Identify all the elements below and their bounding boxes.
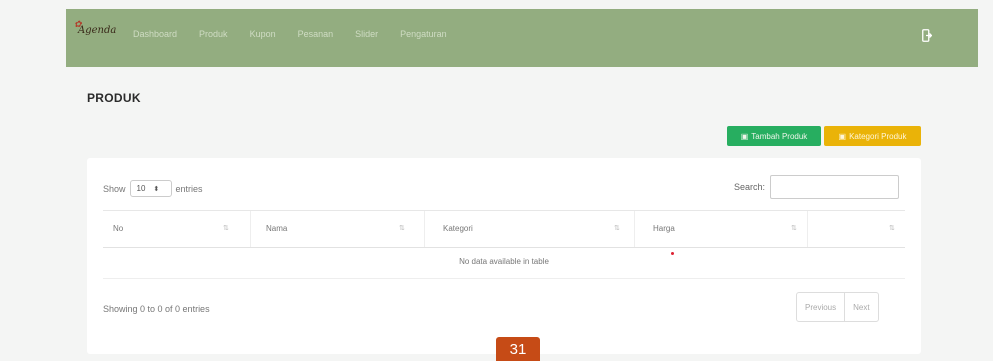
- entries-value: 10: [136, 184, 146, 193]
- logo-mark-icon: ✿: [74, 20, 82, 30]
- category-icon: ▣: [838, 131, 847, 141]
- entries-select[interactable]: 10 ⬍: [129, 180, 172, 197]
- product-category-label: Kategori Produk: [849, 131, 907, 141]
- next-page-button[interactable]: Next: [844, 293, 877, 321]
- column-header-kategori[interactable]: Kategori: [443, 224, 473, 233]
- add-product-button[interactable]: ▣ Tambah Produk: [727, 126, 821, 146]
- product-category-button[interactable]: ▣ Kategori Produk: [824, 126, 921, 146]
- table-row: No data available in table: [103, 246, 905, 279]
- previous-page-button[interactable]: Previous: [797, 293, 844, 321]
- column-header-no[interactable]: No: [113, 224, 123, 233]
- brand-logo[interactable]: ✿ Agenda: [74, 20, 117, 36]
- column-header-harga[interactable]: Harga: [653, 224, 675, 233]
- search-label: Search:: [734, 182, 766, 192]
- table-header: No ⇅ Nama ⇅ Kategori ⇅ Harga ⇅ ⇅: [103, 210, 905, 248]
- length-control: Show 10 ⬍ entries: [103, 180, 203, 197]
- top-navbar: ✿ Agenda Dashboard Produk Kupon Pesanan …: [66, 9, 978, 67]
- page-number-badge: 31: [496, 337, 540, 361]
- sort-icon: ⇅: [614, 225, 620, 232]
- select-arrows-icon: ⬍: [153, 185, 160, 193]
- nav-menu: Dashboard Produk Kupon Pesanan Slider Pe…: [133, 29, 469, 39]
- nav-item-kupon[interactable]: Kupon: [250, 29, 276, 39]
- nav-item-pesanan[interactable]: Pesanan: [298, 29, 334, 39]
- empty-table-message: No data available in table: [459, 257, 549, 266]
- table-info: Showing 0 to 0 of 0 entries: [103, 304, 210, 314]
- page-title: PRODUK: [87, 91, 141, 105]
- sort-icon: ⇅: [889, 225, 895, 232]
- logout-icon[interactable]: [922, 29, 932, 42]
- search-control: Search:: [734, 175, 900, 199]
- products-table-card: Show 10 ⬍ entries Search: No ⇅ Nama ⇅ Ka…: [87, 158, 921, 354]
- sort-icon: ⇅: [791, 225, 797, 232]
- nav-item-produk[interactable]: Produk: [199, 29, 228, 39]
- nav-item-slider[interactable]: Slider: [355, 29, 378, 39]
- brand-text: Agenda: [78, 25, 117, 36]
- add-icon: ▣: [740, 131, 749, 141]
- pagination: Previous Next: [796, 292, 879, 322]
- sort-icon: ⇅: [399, 225, 405, 232]
- entries-label: entries: [175, 183, 203, 194]
- nav-item-pengaturan[interactable]: Pengaturan: [400, 29, 447, 39]
- column-header-nama[interactable]: Nama: [266, 224, 287, 233]
- nav-item-dashboard[interactable]: Dashboard: [133, 29, 177, 39]
- add-product-label: Tambah Produk: [751, 131, 808, 141]
- red-dot-marker: [671, 252, 674, 255]
- sort-icon: ⇅: [223, 225, 229, 232]
- search-input[interactable]: [770, 175, 900, 199]
- show-label: Show: [103, 183, 126, 194]
